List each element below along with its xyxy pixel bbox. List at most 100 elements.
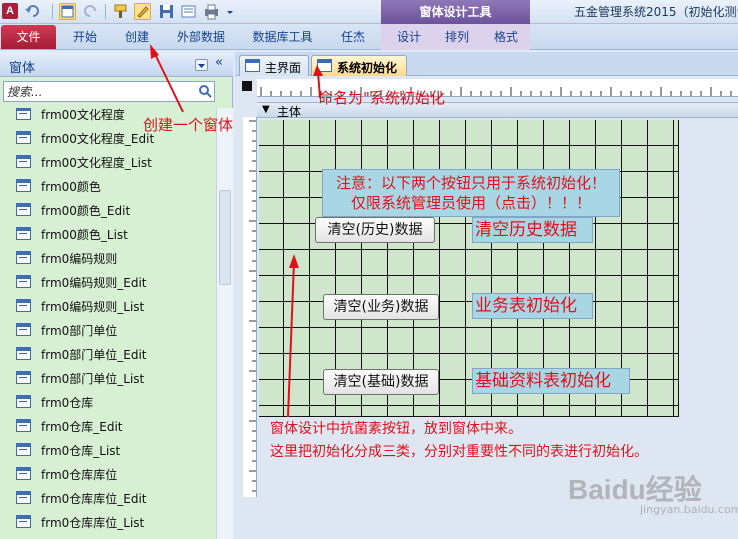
annotation-description-1: 窗体设计中抗菌素按钮，放到窗体中来。: [270, 421, 522, 437]
form-icon: [16, 275, 31, 288]
nav-form-item[interactable]: frm0仓库库位_Edit: [0, 486, 216, 510]
nav-form-item[interactable]: frm0部门单位_List: [0, 366, 216, 390]
nav-form-item[interactable]: frm00颜色_Edit: [0, 198, 216, 222]
ribbon-tabs: 文件 开始 创建 外部数据 数据库工具 任杰: [0, 24, 738, 50]
nav-pane-collapse-icon[interactable]: «: [215, 55, 223, 70]
nav-pane-dropdown-chevron-down-icon[interactable]: [195, 59, 208, 71]
clear-history-data-button[interactable]: 清空(历史)数据: [315, 217, 435, 243]
nav-form-item-label: frm0仓库_Edit: [41, 420, 123, 434]
nav-form-item[interactable]: frm0部门单位_Edit: [0, 342, 216, 366]
basic-data-init-label[interactable]: 基础资料表初始化: [472, 368, 630, 394]
form-icon: [16, 203, 31, 216]
tab-file[interactable]: 文件: [1, 25, 56, 49]
nav-scrollbar[interactable]: [216, 108, 233, 539]
nav-form-item[interactable]: frm00文化程度_List: [0, 150, 216, 174]
tab-database-tools[interactable]: 数据库工具: [245, 24, 320, 50]
tab-external-data[interactable]: 外部数据: [170, 24, 232, 50]
doc-tab-label: 主界面: [265, 61, 302, 75]
nav-form-item-label: frm0仓库: [41, 396, 94, 410]
form-icon: [16, 251, 31, 264]
form-icon: [16, 395, 31, 408]
nav-form-item-label: frm0编码规则_Edit: [41, 276, 147, 290]
nav-form-item-label: frm0部门单位_List: [41, 372, 145, 386]
customize-toolbar-chevron-down-icon[interactable]: [224, 3, 241, 20]
notice-label[interactable]: 注意：以下两个按钮只用于系统初始化！ 仅限系统管理员使用（点击）！！！: [322, 169, 620, 217]
toolbar-divider: [105, 4, 106, 19]
clear-history-label[interactable]: 清空历史数据: [472, 217, 593, 243]
form-design-icon[interactable]: [59, 3, 76, 20]
clear-business-data-button[interactable]: 清空(业务)数据: [323, 294, 439, 320]
form-icon: [245, 59, 260, 72]
nav-form-item[interactable]: frm0仓库_List: [0, 438, 216, 462]
nav-scrollbar-thumb[interactable]: [219, 190, 231, 285]
format-painter-icon[interactable]: [112, 3, 129, 20]
search-icon[interactable]: [198, 84, 213, 102]
doc-tab-system-init[interactable]: 系统初始化: [311, 55, 407, 76]
clear-basic-data-button[interactable]: 清空(基础)数据: [323, 369, 439, 395]
tab-arrange[interactable]: 排列: [437, 24, 477, 50]
nav-form-item[interactable]: frm0编码规则_Edit: [0, 270, 216, 294]
print-icon[interactable]: [203, 3, 220, 20]
nav-form-item-label: frm0仓库库位_List: [41, 516, 145, 530]
tab-format[interactable]: 格式: [486, 24, 526, 50]
nav-form-item[interactable]: frm0产品物品类别: [0, 534, 216, 539]
business-init-label[interactable]: 业务表初始化: [472, 293, 593, 319]
nav-form-item-label: frm0部门单位_Edit: [41, 348, 147, 362]
nav-form-item[interactable]: frm0仓库库位_List: [0, 510, 216, 534]
undo-icon[interactable]: [24, 3, 41, 20]
annotation-rename: 命名为"系统初始化: [318, 89, 445, 107]
nav-form-item[interactable]: frm0仓库_Edit: [0, 414, 216, 438]
window-title: 五金管理系统2015（初始化测试: [574, 5, 738, 19]
context-tab-group: 设计 排列 格式: [381, 24, 530, 50]
section-collapse-icon[interactable]: ▼: [262, 104, 270, 115]
nav-form-item[interactable]: frm0仓库: [0, 390, 216, 414]
form-icon: [16, 371, 31, 384]
nav-form-item-label: frm0仓库库位: [41, 468, 118, 482]
section-label: 主体: [277, 105, 302, 119]
access-logo-icon[interactable]: A: [2, 3, 18, 19]
nav-form-item[interactable]: frm0编码规则: [0, 246, 216, 270]
tab-design[interactable]: 设计: [389, 24, 429, 50]
doc-tab-main[interactable]: 主界面: [239, 55, 309, 76]
baidu-watermark: Baidu经验: [568, 474, 702, 505]
nav-search-input[interactable]: [7, 84, 193, 99]
open-icon[interactable]: [180, 3, 197, 20]
nav-form-item[interactable]: frm00颜色: [0, 174, 216, 198]
form-icon: [16, 515, 31, 528]
tab-renjie[interactable]: 任杰: [332, 24, 374, 50]
nav-form-item-label: frm0仓库_List: [41, 444, 121, 458]
form-icon: [16, 179, 31, 192]
vertical-ruler[interactable]: [243, 117, 257, 497]
nav-form-item[interactable]: frm0仓库库位: [0, 462, 216, 486]
nav-form-item-label: frm00颜色_Edit: [41, 204, 131, 218]
baidu-watermark-url: jingyan.baidu.com: [640, 503, 738, 516]
toolbar-divider: [52, 4, 53, 19]
form-icon: [16, 443, 31, 456]
doc-tab-label: 系统初始化: [337, 61, 398, 75]
form-icon: [16, 131, 31, 144]
save-icon[interactable]: [158, 3, 175, 20]
nav-form-item[interactable]: frm0编码规则_List: [0, 294, 216, 318]
form-selector[interactable]: [242, 81, 252, 91]
redo-icon[interactable]: [82, 3, 99, 20]
tab-home[interactable]: 开始: [63, 24, 107, 50]
nav-form-item-label: frm0编码规则_List: [41, 300, 145, 314]
nav-pane-header[interactable]: 窗体 «: [0, 52, 233, 77]
annotation-create-form: 创建一个窗体: [143, 116, 234, 134]
form-icon: [16, 108, 31, 120]
nav-form-item[interactable]: frm0部门单位: [0, 318, 216, 342]
nav-form-item[interactable]: frm00颜色_List: [0, 222, 216, 246]
title-bar: A 窗体设计工具 五金管理系统2015（初始化测试: [0, 0, 738, 24]
form-detail-grid[interactable]: 注意：以下两个按钮只用于系统初始化！ 仅限系统管理员使用（点击）！！！ 清空(历…: [259, 120, 679, 417]
form-icon: [317, 59, 332, 72]
form-object-list: frm00文化程度 frm00文化程度_Edit frm00文化程度_List frm…: [0, 108, 216, 539]
form-icon: [16, 323, 31, 336]
nav-form-item-label: frm0部门单位: [41, 324, 118, 338]
form-icon: [16, 491, 31, 504]
edit-design-icon[interactable]: [134, 3, 151, 20]
nav-search-box[interactable]: [3, 81, 215, 102]
tab-create[interactable]: 创建: [115, 24, 159, 50]
nav-form-item-label: frm00文化程度: [41, 108, 125, 122]
form-icon: [16, 347, 31, 360]
annotation-description-2: 这里把初始化分成三类，分别对重要性不同的表进行初始化。: [270, 444, 648, 460]
